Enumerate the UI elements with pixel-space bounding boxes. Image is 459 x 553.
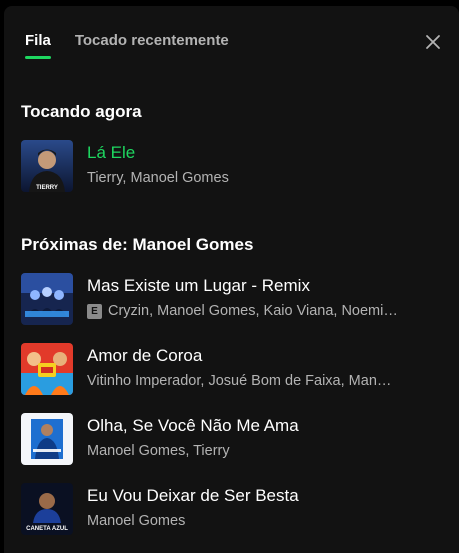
track-artists-text[interactable]: Manoel Gomes, Tierry — [87, 443, 230, 459]
queue-tabs: Fila Tocado recentemente — [25, 32, 253, 59]
album-art: CANETA AZUL — [21, 483, 73, 535]
track-artists[interactable]: Manoel Gomes, Tierry — [87, 443, 407, 459]
queue-track[interactable]: CANETA AZUL Eu Vou Deixar de Ser Besta M… — [21, 483, 441, 539]
track-title[interactable]: Eu Vou Deixar de Ser Besta — [87, 486, 299, 506]
queue-panel: Fila Tocado recentemente Tocando agora T — [4, 6, 459, 553]
track-title[interactable]: Mas Existe um Lugar - Remix — [87, 276, 310, 296]
explicit-icon: E — [87, 303, 102, 319]
close-icon — [426, 35, 440, 49]
track-title[interactable]: Lá Ele — [87, 143, 135, 163]
queue-track[interactable]: Mas Existe um Lugar - Remix E Cryzin, Ma… — [21, 273, 441, 329]
track-title[interactable]: Amor de Coroa — [87, 346, 202, 366]
up-next-heading: Próximas de: Manoel Gomes — [21, 235, 254, 254]
queue-track[interactable]: Olha, Se Você Não Me Ama Manoel Gomes, T… — [21, 413, 441, 469]
now-playing-track[interactable]: TIERRY Lá Ele Tierry, Manoel Gomes — [21, 140, 441, 196]
tab-queue[interactable]: Fila — [25, 32, 51, 59]
track-artists[interactable]: Tierry, Manoel Gomes — [87, 170, 407, 186]
album-art-caption: TIERRY — [36, 185, 58, 191]
track-artists[interactable]: Manoel Gomes — [87, 513, 407, 529]
album-art-caption: CANETA AZUL — [26, 526, 68, 532]
track-artists-text[interactable]: Tierry, Manoel Gomes — [87, 170, 229, 186]
track-artists[interactable]: Vitinho Imperador, Josué Bom de Faixa, M… — [87, 373, 407, 389]
close-button[interactable] — [421, 30, 445, 54]
album-art — [21, 413, 73, 465]
album-art — [21, 273, 73, 325]
now-playing-heading: Tocando agora — [21, 102, 142, 121]
album-art: TIERRY — [21, 140, 73, 192]
album-art — [21, 343, 73, 395]
track-artists-text[interactable]: Cryzin, Manoel Gomes, Kaio Viana, Noemi… — [108, 303, 398, 319]
track-artists-text[interactable]: Manoel Gomes — [87, 513, 185, 529]
track-artists[interactable]: E Cryzin, Manoel Gomes, Kaio Viana, Noem… — [87, 303, 407, 319]
track-artists-text[interactable]: Vitinho Imperador, Josué Bom de Faixa, M… — [87, 373, 391, 389]
track-title[interactable]: Olha, Se Você Não Me Ama — [87, 416, 299, 436]
queue-track[interactable]: Amor de Coroa Vitinho Imperador, Josué B… — [21, 343, 441, 399]
tab-recently-played[interactable]: Tocado recentemente — [75, 32, 229, 59]
